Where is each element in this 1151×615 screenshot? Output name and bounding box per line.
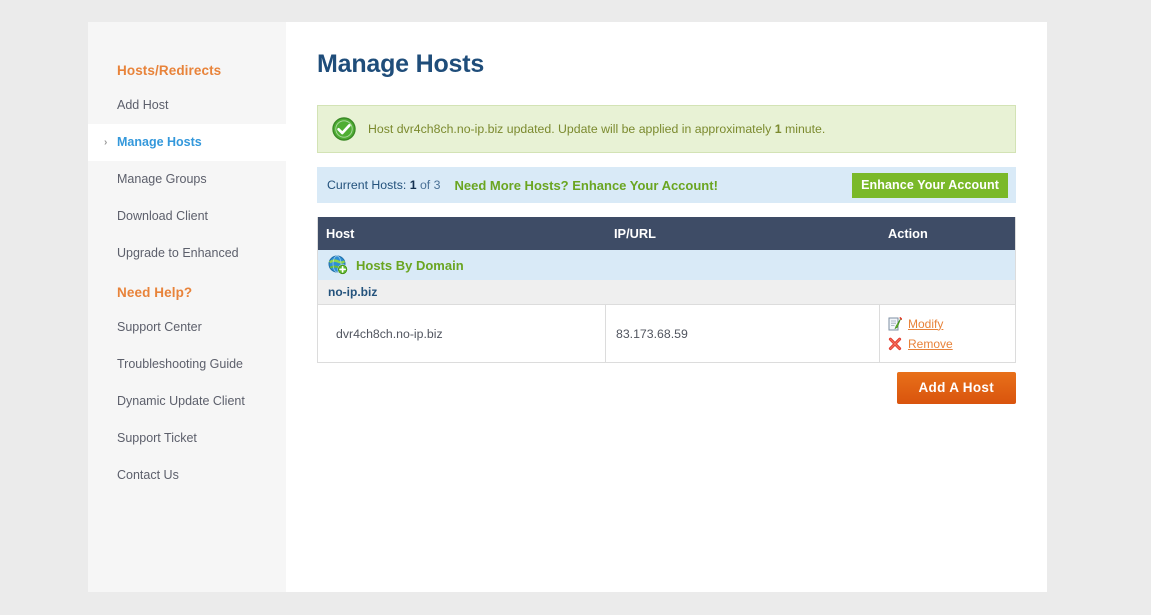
red-x-icon <box>888 337 902 350</box>
sidebar-item-label: Upgrade to Enhanced <box>117 246 239 260</box>
cell-ip: 83.173.68.59 <box>606 305 880 362</box>
domain-name: no-ip.biz <box>328 285 378 299</box>
sidebar-item-support-ticket[interactable]: Support Ticket <box>88 420 286 457</box>
modify-host-label: Modify <box>908 316 944 331</box>
sidebar-item-label: Troubleshooting Guide <box>117 357 244 371</box>
domain-name-row: no-ip.biz <box>318 280 1015 304</box>
table-row: dvr4ch8ch.no-ip.biz 83.173.68.59 Modify <box>318 304 1015 362</box>
column-header-action: Action <box>888 226 928 241</box>
sidebar-item-label: Support Center <box>117 320 202 334</box>
app-panel: Hosts/Redirects Add Host › Manage Hosts … <box>88 22 1047 592</box>
hosts-by-domain-group-header: Hosts By Domain <box>318 250 1015 280</box>
sidebar-item-label: Dynamic Update Client <box>117 394 245 408</box>
current-hosts-limit: of 3 <box>419 178 441 192</box>
sidebar-item-contact-us[interactable]: Contact Us <box>88 457 286 494</box>
add-host-button-row: Add A Host <box>317 372 1016 404</box>
success-check-icon <box>332 117 356 141</box>
success-alert-text: Host dvr4ch8ch.no-ip.biz updated. Update… <box>368 122 825 136</box>
enhance-promo-text: Need More Hosts? Enhance Your Account! <box>454 177 718 193</box>
sidebar-item-manage-groups[interactable]: Manage Groups <box>88 161 286 198</box>
sidebar-item-label: Manage Groups <box>117 172 207 186</box>
chevron-right-icon: › <box>104 137 108 148</box>
remove-host-label: Remove <box>908 336 953 351</box>
cell-host: dvr4ch8ch.no-ip.biz <box>318 305 606 362</box>
current-hosts-count: Current Hosts: 1 of 3 <box>327 178 440 192</box>
current-hosts-value: 1 <box>409 178 417 192</box>
sidebar-heading-hosts-redirects: Hosts/Redirects <box>117 63 222 78</box>
hosts-table: Host IP/URL Action Hosts By Domain no-ip… <box>317 217 1016 363</box>
enhance-your-account-button[interactable]: Enhance Your Account <box>852 172 1008 198</box>
sidebar-item-label: Add Host <box>117 98 169 112</box>
sidebar-item-download-client[interactable]: Download Client <box>88 198 286 235</box>
current-hosts-label: Current Hosts: <box>327 178 407 192</box>
add-a-host-button[interactable]: Add A Host <box>896 372 1016 404</box>
host-quota-bar: Current Hosts: 1 of 3 Need More Hosts? E… <box>317 167 1016 203</box>
sidebar: Hosts/Redirects Add Host › Manage Hosts … <box>88 22 286 592</box>
table-header-row: Host IP/URL Action <box>318 217 1015 250</box>
hosts-by-domain-label: Hosts By Domain <box>356 257 464 273</box>
main-content: Manage Hosts Host dvr4ch8ch.no-ip.biz up… <box>286 22 1047 592</box>
sidebar-section-hosts-redirects: Hosts/Redirects Add Host › Manage Hosts … <box>88 54 286 272</box>
remove-host-link[interactable]: Remove <box>888 337 1007 351</box>
sidebar-item-troubleshooting-guide[interactable]: Troubleshooting Guide <box>88 346 286 383</box>
sidebar-item-label: Contact Us <box>117 468 179 482</box>
success-alert: Host dvr4ch8ch.no-ip.biz updated. Update… <box>317 105 1016 153</box>
column-header-ip-url: IP/URL <box>614 226 656 241</box>
sidebar-item-dynamic-update-client[interactable]: Dynamic Update Client <box>88 383 286 420</box>
sidebar-section-need-help: Need Help? Support Center Troubleshootin… <box>88 276 286 494</box>
sidebar-item-upgrade-to-enhanced[interactable]: Upgrade to Enhanced <box>88 235 286 272</box>
sidebar-item-label: Download Client <box>117 209 209 223</box>
globe-add-icon <box>328 255 348 275</box>
cell-actions: Modify Remove <box>880 305 1015 362</box>
alert-text-bold: 1 <box>774 122 782 136</box>
sidebar-item-manage-hosts[interactable]: › Manage Hosts <box>88 124 286 161</box>
sidebar-item-add-host[interactable]: Add Host <box>88 87 286 124</box>
modify-host-link[interactable]: Modify <box>888 317 1007 331</box>
alert-text-before: Host dvr4ch8ch.no-ip.biz updated. Update… <box>368 122 775 136</box>
edit-document-icon <box>888 316 902 330</box>
sidebar-heading-need-help: Need Help? <box>117 285 193 300</box>
sidebar-item-label: Support Ticket <box>117 431 197 445</box>
sidebar-item-support-center[interactable]: Support Center <box>88 309 286 346</box>
sidebar-item-label: Manage Hosts <box>117 135 202 149</box>
alert-text-after: minute. <box>781 122 826 136</box>
page-title: Manage Hosts <box>317 50 485 78</box>
column-header-host: Host <box>326 226 355 241</box>
